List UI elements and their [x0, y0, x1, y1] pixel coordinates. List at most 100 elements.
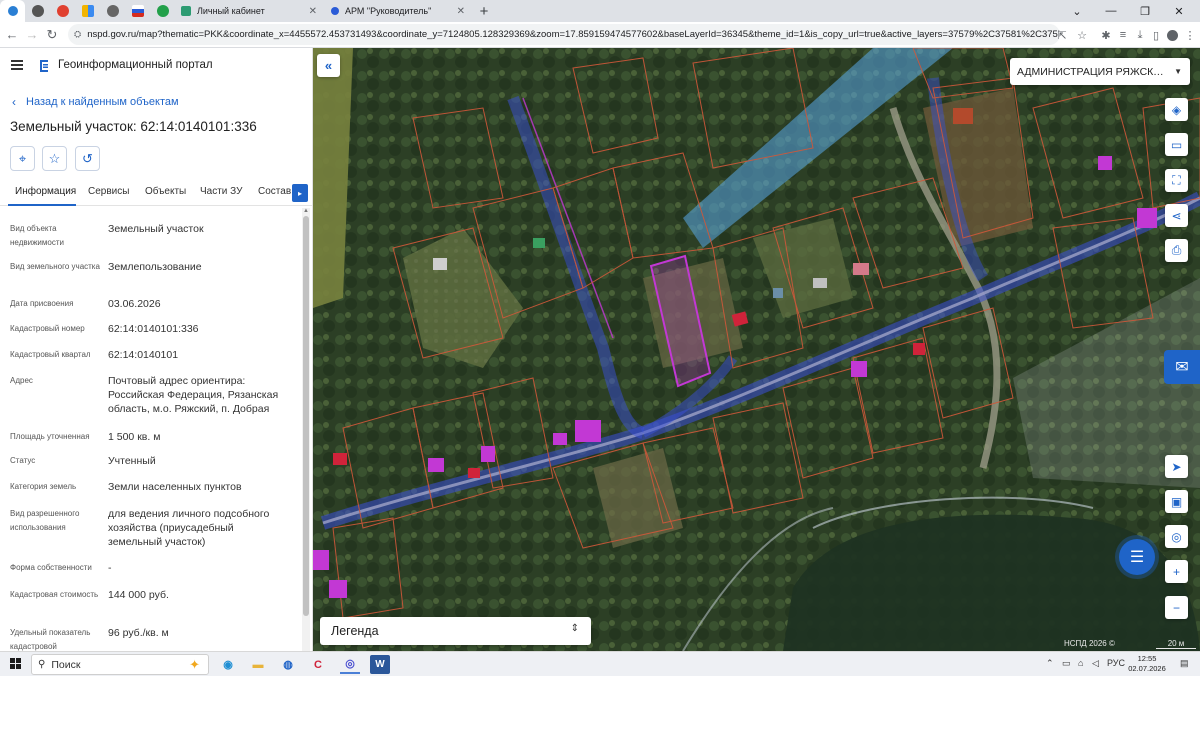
layers-icon: ◈ [1171, 102, 1182, 117]
attribute-value: 62:14:0140101:336 [108, 323, 199, 335]
pinned-tab-2[interactable] [25, 0, 50, 22]
attribute-value: для ведения личного подсобного хозяйства… [108, 508, 270, 548]
pinned-tab-7[interactable] [150, 0, 175, 22]
legend-dropdown[interactable]: Легенда ⇕ [320, 617, 591, 645]
close-icon[interactable]: ✕ [309, 6, 317, 17]
network-icon[interactable]: ⌂ [1078, 658, 1083, 668]
tab-services[interactable]: Сервисы [88, 186, 129, 197]
coordinates-button[interactable]: ◎ [1165, 525, 1188, 548]
hamburger-menu-icon[interactable] [11, 60, 23, 70]
star-icon[interactable]: ☆ [1074, 27, 1090, 43]
pinned-tab-4[interactable] [75, 0, 100, 22]
select-area-button[interactable]: ⛶ [1165, 169, 1188, 192]
install-icon[interactable]: ⇱ [1054, 27, 1070, 43]
app-c-icon[interactable]: C [308, 655, 328, 674]
browser-tab-strip: Личный кабинет ✕ АРМ "Руководитель" ✕ + … [0, 0, 1200, 22]
input-language[interactable]: РУС [1107, 658, 1125, 668]
flag-icon [131, 5, 144, 17]
forward-icon[interactable]: → [22, 27, 42, 42]
download-icon[interactable]: ⤓ [1132, 27, 1148, 43]
chat-assistant-button[interactable]: ☰ [1119, 539, 1155, 575]
administration-select[interactable]: АДМИНИСТРАЦИЯ РЯЖСКОГО МУНИЦИПАЛЬНОГО ОК… [1010, 58, 1190, 85]
pinned-tab-6[interactable] [125, 0, 150, 22]
reload-icon[interactable]: ↻ [42, 27, 62, 43]
attribute-label: Дата присвоения [10, 299, 74, 308]
attribute-label: Площадь уточненная [10, 432, 90, 441]
site-info-icon[interactable]: ⛭ [74, 29, 81, 40]
profile-icon[interactable] [1164, 27, 1180, 43]
windows-start-icon[interactable] [10, 658, 22, 670]
attribute-label: Удельный показатель кадастровой [10, 628, 91, 651]
chrome-app-icon[interactable]: ◎ [340, 655, 360, 674]
select-area-icon: ⛶ [1172, 173, 1181, 187]
attribute-label: Форма собственности [10, 563, 92, 572]
tab-groups-icon[interactable]: ≡ [1115, 27, 1131, 43]
my-location-button[interactable]: ➤ [1165, 455, 1188, 478]
back-icon[interactable]: ← [2, 27, 22, 42]
tab-arm[interactable]: АРМ "Руководитель" ✕ [325, 0, 473, 22]
tabs-scroll-right-button[interactable]: ▸ [292, 184, 308, 202]
layers-button[interactable]: ◈ [1165, 98, 1188, 121]
extensions-icon[interactable]: ✱ [1098, 27, 1114, 43]
browser-app-icon[interactable]: ◍ [278, 655, 298, 674]
administration-select-value: АДМИНИСТРАЦИЯ РЯЖСКОГО МУНИЦИПАЛЬНОГО ОК… [1017, 65, 1165, 78]
taskbar-search[interactable]: ⚲ Поиск ✦ [31, 654, 209, 675]
double-chevron-left-icon: « [324, 58, 333, 73]
clock-icon [106, 5, 119, 17]
history-icon: ↺ [82, 150, 93, 166]
edge-app-icon[interactable]: ◉ [218, 655, 238, 674]
tab-search-icon[interactable]: ⌄ [1060, 0, 1094, 22]
map-view[interactable]: « АДМИНИСТРАЦИЯ РЯЖСКОГО МУНИЦИПАЛЬНОГО … [313, 48, 1200, 651]
tab-parts[interactable]: Части ЗУ [200, 186, 242, 197]
tab-title: АРМ "Руководитель" [345, 6, 432, 16]
scrollbar-thumb[interactable] [303, 216, 309, 616]
cabinet-icon [181, 6, 191, 16]
search-icon: ⚲ [38, 659, 46, 670]
favorite-button[interactable]: ☆ [42, 146, 67, 171]
close-window-button[interactable]: ✕ [1162, 0, 1196, 22]
notifications-icon[interactable]: ▤ [1180, 658, 1189, 669]
zoom-out-button[interactable]: − [1165, 596, 1188, 619]
map-scale: 20 м [1156, 639, 1196, 649]
maps-pin-icon [56, 5, 69, 17]
pinned-tab-nspd[interactable] [0, 0, 25, 22]
file-explorer-icon[interactable]: ▬ [248, 655, 268, 674]
share-button[interactable]: ⋖ [1165, 204, 1188, 227]
tab-information[interactable]: Информация [15, 186, 76, 197]
attribute-label: Вид земельного участка [10, 262, 100, 271]
minimize-button[interactable]: — [1094, 0, 1128, 22]
chevron-updown-icon: ⇕ [570, 623, 579, 634]
side-panel-icon[interactable]: ▯ [1148, 27, 1164, 43]
tab-composition[interactable]: Состав [258, 186, 291, 197]
satellite-map[interactable] [313, 48, 1200, 651]
zoom-in-button[interactable]: + [1165, 560, 1188, 583]
collapse-panel-button[interactable]: « [317, 54, 340, 77]
tray-chevron-icon[interactable]: ⌃ [1046, 658, 1054, 669]
feedback-side-button[interactable]: ✉ [1164, 350, 1200, 384]
maximize-button[interactable]: ❐ [1128, 0, 1162, 22]
back-to-results-link[interactable]: ‹ Назад к найденным объектам [12, 95, 179, 109]
clock-time: 12:55 [1137, 654, 1157, 663]
locate-on-map-button[interactable]: ⌖ [10, 146, 35, 171]
history-button[interactable]: ↺ [75, 146, 100, 171]
tray-app-icon[interactable]: ▭ [1062, 658, 1071, 669]
address-bar[interactable]: ⛭ nspd.gov.ru/map?thematic=PKK&coordinat… [68, 24, 1060, 45]
active-tab-underline [8, 204, 76, 206]
back-link-label: Назад к найденным объектам [26, 96, 179, 108]
new-tab-button[interactable]: + [473, 3, 495, 20]
word-app-icon[interactable]: W [370, 655, 390, 674]
scroll-up-icon[interactable]: ▲ [303, 208, 309, 214]
attribute-label: Кадастровый номер [10, 324, 85, 333]
pinned-tab-5[interactable] [100, 0, 125, 22]
volume-icon[interactable]: ◁ [1092, 658, 1099, 669]
taskbar-clock[interactable]: 12:55 02.07.2026 [1128, 654, 1166, 674]
measure-button[interactable]: ▭ [1165, 133, 1188, 156]
close-icon[interactable]: ✕ [457, 6, 465, 17]
menu-icon[interactable]: ⋮ [1182, 27, 1198, 43]
pinned-tab-3[interactable] [50, 0, 75, 22]
panel-scrollbar[interactable]: ▲ [302, 208, 310, 651]
basemap-button[interactable]: ▣ [1165, 490, 1188, 513]
tab-cabinet[interactable]: Личный кабинет ✕ [175, 0, 325, 22]
print-button[interactable]: ⎙ [1165, 239, 1188, 262]
tab-objects[interactable]: Объекты [145, 186, 186, 197]
